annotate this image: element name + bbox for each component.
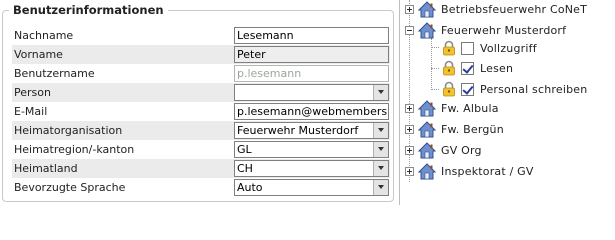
permission-label: Vollzugriff [480, 41, 537, 55]
form-rows: Nachname Lesemann Vorname Peter Benutzer… [12, 26, 390, 197]
vorname-input[interactable]: Peter [234, 46, 389, 63]
expand-plus-icon[interactable] [405, 103, 414, 113]
lock-icon [443, 81, 455, 97]
user-info-fieldset: Benutzerinformationen Nachname Lesemann … [2, 3, 394, 202]
row-email: E-Mail p.lesemann@webmembers [12, 102, 390, 121]
tree-connector-line [431, 38, 432, 90]
tree-node-label: Betriebsfeuerwehr CoNeT [441, 2, 588, 16]
chevron-down-icon[interactable] [373, 85, 388, 100]
label-nachname: Nachname [14, 29, 74, 42]
tree-node-fw-berguen[interactable]: Fw. Bergün [405, 119, 504, 139]
email-input[interactable]: p.lesemann@webmembers [234, 103, 389, 120]
chevron-down-icon[interactable] [373, 142, 388, 157]
row-benutzername: Benutzername p.lesemann [12, 64, 390, 83]
house-icon [418, 99, 436, 116]
tree-connector-line [431, 47, 439, 48]
nachname-input[interactable]: Lesemann [234, 27, 389, 44]
personal-schreiben-checkbox[interactable] [461, 82, 474, 96]
benutzername-input: p.lesemann [234, 65, 389, 82]
sprache-select-value: Auto [237, 181, 263, 194]
heimatland-select-value: CH [237, 162, 253, 175]
vollzugriff-checkbox[interactable] [461, 41, 474, 55]
lock-icon [443, 60, 455, 76]
lock-icon [443, 40, 455, 56]
panel-divider [399, 0, 400, 205]
chevron-down-icon[interactable] [373, 123, 388, 138]
row-vorname: Vorname Peter [12, 45, 390, 64]
tree-node-label: Fw. Albula [441, 101, 499, 115]
sprache-select[interactable]: Auto [234, 179, 389, 196]
permission-label: Personal schreiben [480, 82, 588, 96]
label-benutzername: Benutzername [14, 67, 95, 80]
permission-label: Lesen [480, 61, 514, 75]
tree-node-label: Fw. Bergün [441, 122, 504, 136]
heimatland-select[interactable]: CH [234, 160, 389, 177]
lesen-checkbox[interactable] [461, 61, 474, 75]
collapse-minus-icon[interactable] [405, 25, 414, 35]
tree-node-label: GV Org [441, 143, 482, 157]
expand-plus-icon[interactable] [405, 145, 414, 155]
heimatregion-select-value: GL [237, 143, 252, 156]
tree-node-gv-org[interactable]: GV Org [405, 140, 482, 160]
tree-node-betriebsfeuerwehr[interactable]: Betriebsfeuerwehr CoNeT [405, 0, 587, 19]
tree-connector-line [431, 68, 439, 69]
row-person: Person [12, 83, 390, 102]
heimatorganisation-select[interactable]: Feuerwehr Musterdorf [234, 122, 389, 139]
house-icon [418, 21, 436, 38]
row-heimatregion: Heimatregion/-kanton GL [12, 140, 390, 159]
expand-plus-icon[interactable] [405, 166, 414, 176]
house-icon [418, 162, 436, 179]
row-heimatland: Heimatland CH [12, 159, 390, 178]
house-icon [418, 120, 436, 137]
expand-plus-icon[interactable] [405, 124, 414, 134]
label-heimatregion: Heimatregion/-kanton [14, 143, 135, 156]
row-sprache: Bevorzugte Sprache Auto [12, 178, 390, 197]
person-select[interactable] [234, 84, 389, 101]
tree-node-inspektorat-gv[interactable]: Inspektorat / GV [405, 161, 534, 181]
tree-node-fw-albula[interactable]: Fw. Albula [405, 98, 499, 118]
heimatorganisation-select-value: Feuerwehr Musterdorf [237, 124, 359, 137]
tree-node-label: Inspektorat / GV [441, 164, 534, 178]
chevron-down-icon[interactable] [373, 180, 388, 195]
fieldset-legend: Benutzerinformationen [9, 3, 168, 17]
label-heimatland: Heimatland [14, 162, 78, 175]
label-heimatorganisation: Heimatorganisation [14, 124, 123, 137]
row-heimatorganisation: Heimatorganisation Feuerwehr Musterdorf [12, 121, 390, 140]
heimatregion-select[interactable]: GL [234, 141, 389, 158]
label-vorname: Vorname [14, 48, 63, 61]
label-person: Person [14, 86, 51, 99]
label-sprache: Bevorzugte Sprache [14, 181, 126, 194]
house-icon [418, 141, 436, 158]
tree-node-label: Feuerwehr Musterdorf [441, 23, 567, 37]
permission-vollzugriff[interactable]: Vollzugriff [441, 38, 537, 58]
chevron-down-icon[interactable] [373, 161, 388, 176]
permission-lesen[interactable]: Lesen [441, 58, 513, 78]
permission-personal-schreiben[interactable]: Personal schreiben [441, 79, 587, 99]
tree-connector-line [431, 89, 439, 90]
row-nachname: Nachname Lesemann [12, 26, 390, 45]
label-email: E-Mail [14, 105, 48, 118]
tree-node-feuerwehr-musterdorf[interactable]: Feuerwehr Musterdorf [405, 20, 566, 40]
expand-plus-icon[interactable] [405, 4, 414, 14]
permissions-tree: Betriebsfeuerwehr CoNeT Feuerwehr Muster… [405, 0, 615, 205]
house-icon [418, 0, 436, 17]
